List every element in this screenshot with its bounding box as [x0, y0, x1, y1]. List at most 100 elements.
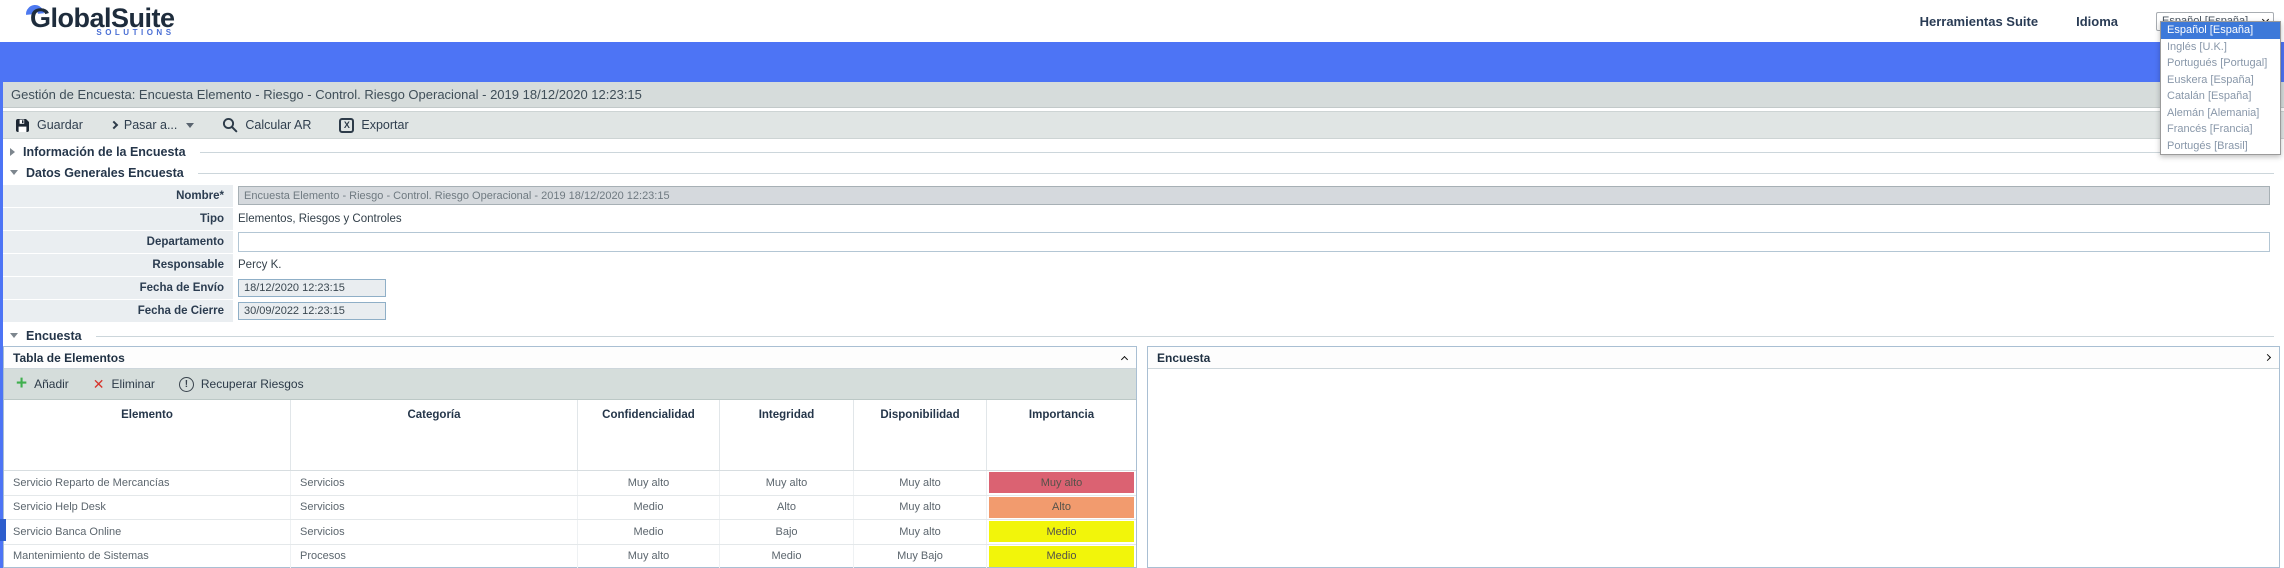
menu-herramientas-suite[interactable]: Herramientas Suite — [1920, 14, 2039, 29]
page-title: Gestión de Encuesta: Encuesta Elemento -… — [3, 82, 2284, 108]
section-datos-generales[interactable]: Datos Generales Encuesta — [3, 162, 2284, 183]
form-row-fecha-envio: Fecha de Envío — [3, 276, 2284, 299]
section-encuesta[interactable]: Encuesta — [3, 325, 2284, 346]
cell-confidencialidad: Medio — [578, 496, 720, 520]
calcular-ar-label: Calcular AR — [245, 118, 311, 132]
importance-badge: Muy alto — [989, 472, 1134, 493]
fecha-envio-label: Fecha de Envío — [3, 277, 233, 299]
nombre-input[interactable] — [238, 186, 2270, 205]
magnifier-icon — [222, 117, 238, 133]
form-row-departamento: Departamento — [3, 230, 2284, 253]
cell-disponibilidad: Muy alto — [854, 496, 987, 520]
general-data-form: Nombre* Tipo Elementos, Riesgos y Contro… — [3, 184, 2284, 322]
form-row-responsable: Responsable Percy K. — [3, 253, 2284, 276]
collapse-up-icon — [1121, 355, 1128, 362]
export-button[interactable]: X Exportar — [339, 118, 408, 133]
table-row[interactable]: Mantenimiento de Sistemas Procesos Muy a… — [4, 545, 1136, 568]
departamento-label: Departamento — [3, 231, 233, 253]
cell-disponibilidad: Muy Bajo — [854, 545, 987, 568]
exclamation-circle-icon: ! — [179, 377, 194, 392]
table-row[interactable]: Servicio Help Desk Servicios Medio Alto … — [4, 496, 1136, 521]
fecha-cierre-label: Fecha de Cierre — [3, 300, 233, 322]
main-toolbar: Guardar Pasar a... Calcular AR X Exporta… — [3, 111, 2284, 139]
app-header: GlobalSuite SOLUTIONS Herramientas Suite… — [0, 0, 2284, 42]
table-row[interactable]: Servicio Reparto de Mercancías Servicios… — [4, 471, 1136, 496]
survey-panel-header[interactable]: Encuesta — [1148, 347, 2279, 369]
add-element-button[interactable]: + Añadir — [16, 377, 69, 391]
idioma-label: Idioma — [2076, 14, 2118, 29]
pasar-a-label: Pasar a... — [124, 118, 178, 132]
cell-confidencialidad: Muy alto — [578, 545, 720, 568]
elements-table-toolbar: + Añadir ✕ Eliminar ! Recuperar Riesgos — [4, 369, 1136, 400]
col-header-integridad[interactable]: Integridad — [720, 400, 854, 470]
delete-element-button[interactable]: ✕ Eliminar — [93, 376, 155, 393]
form-row-fecha-cierre: Fecha de Cierre — [3, 299, 2284, 322]
nombre-label: Nombre* — [3, 185, 233, 207]
section-informacion-encuesta[interactable]: Información de la Encuesta — [3, 141, 2284, 162]
main-content: Gestión de Encuesta: Encuesta Elemento -… — [0, 82, 2284, 568]
expanded-triangle-icon — [10, 170, 18, 175]
plus-icon: + — [16, 377, 27, 391]
table-row[interactable]: Servicio Banca Online Servicios Medio Ba… — [4, 520, 1136, 545]
departamento-input[interactable] — [238, 232, 2270, 252]
export-x-icon: X — [339, 118, 354, 133]
tipo-value: Elementos, Riesgos y Controles — [233, 213, 2284, 225]
cell-elemento: Mantenimiento de Sistemas — [4, 545, 291, 568]
language-option[interactable]: Portugués [Portugal] — [2161, 55, 2280, 72]
elements-panel-header[interactable]: Tabla de Elementos — [4, 347, 1136, 369]
language-option[interactable]: Catalán [España] — [2161, 88, 2280, 105]
survey-panel: Encuesta — [1147, 346, 2280, 568]
logo-text: GlobalSuite — [30, 5, 175, 32]
col-header-categoria[interactable]: Categoría — [291, 400, 578, 470]
expand-right-icon — [2264, 354, 2271, 361]
language-option[interactable]: Euskera [España] — [2161, 72, 2280, 89]
section-datos-label: Datos Generales Encuesta — [26, 166, 184, 180]
blue-accent-bar — [0, 42, 2284, 82]
importance-badge: Alto — [989, 497, 1134, 518]
col-header-elemento[interactable]: Elemento — [4, 400, 291, 470]
cell-integridad: Alto — [720, 496, 854, 520]
tipo-label: Tipo — [3, 208, 233, 230]
language-option[interactable]: Español [España] — [2161, 22, 2280, 39]
col-header-confidencialidad[interactable]: Confidencialidad — [578, 400, 720, 470]
recover-risks-button[interactable]: ! Recuperar Riesgos — [179, 377, 304, 392]
cell-integridad: Bajo — [720, 520, 854, 544]
importance-badge: Medio — [989, 521, 1134, 542]
cell-categoria: Servicios — [291, 471, 578, 495]
cell-categoria: Procesos — [291, 545, 578, 568]
cell-elemento: Servicio Banca Online — [4, 520, 291, 544]
save-button[interactable]: Guardar — [15, 118, 83, 133]
importance-badge: Medio — [989, 546, 1134, 567]
cell-integridad: Medio — [720, 545, 854, 568]
row-selection-marker — [0, 519, 6, 541]
col-header-importancia[interactable]: Importancia — [987, 400, 1136, 470]
app-window: GlobalSuite SOLUTIONS Herramientas Suite… — [0, 0, 2284, 568]
save-label: Guardar — [37, 118, 83, 132]
col-header-disponibilidad[interactable]: Disponibilidad — [854, 400, 987, 470]
form-row-nombre: Nombre* — [3, 184, 2284, 207]
cell-integridad: Muy alto — [720, 471, 854, 495]
caret-down-icon — [186, 123, 194, 128]
language-option[interactable]: Alemán [Alemania] — [2161, 105, 2280, 122]
chevron-right-icon — [110, 121, 118, 129]
cell-categoria: Servicios — [291, 520, 578, 544]
collapsed-triangle-icon — [10, 148, 15, 156]
floppy-disk-icon — [15, 118, 30, 133]
language-option[interactable]: Francés [Francia] — [2161, 121, 2280, 138]
language-option[interactable]: Portugés [Brasil] — [2161, 138, 2280, 155]
cell-elemento: Servicio Reparto de Mercancías — [4, 471, 291, 495]
section-informacion-label: Información de la Encuesta — [23, 145, 186, 159]
fecha-cierre-input[interactable] — [238, 302, 386, 320]
language-dropdown-list: Español [España] Inglés [U.K.] Portugués… — [2160, 21, 2281, 155]
calcular-ar-button[interactable]: Calcular AR — [222, 117, 311, 133]
cell-categoria: Servicios — [291, 496, 578, 520]
pasar-a-button[interactable]: Pasar a... — [111, 118, 195, 132]
language-option[interactable]: Inglés [U.K.] — [2161, 39, 2280, 56]
delete-label: Eliminar — [112, 377, 155, 391]
survey-panel-title: Encuesta — [1157, 351, 1210, 365]
section-rule — [96, 336, 2274, 337]
section-encuesta-label: Encuesta — [26, 329, 82, 343]
responsable-label: Responsable — [3, 254, 233, 276]
cell-confidencialidad: Muy alto — [578, 471, 720, 495]
fecha-envio-input[interactable] — [238, 279, 386, 297]
